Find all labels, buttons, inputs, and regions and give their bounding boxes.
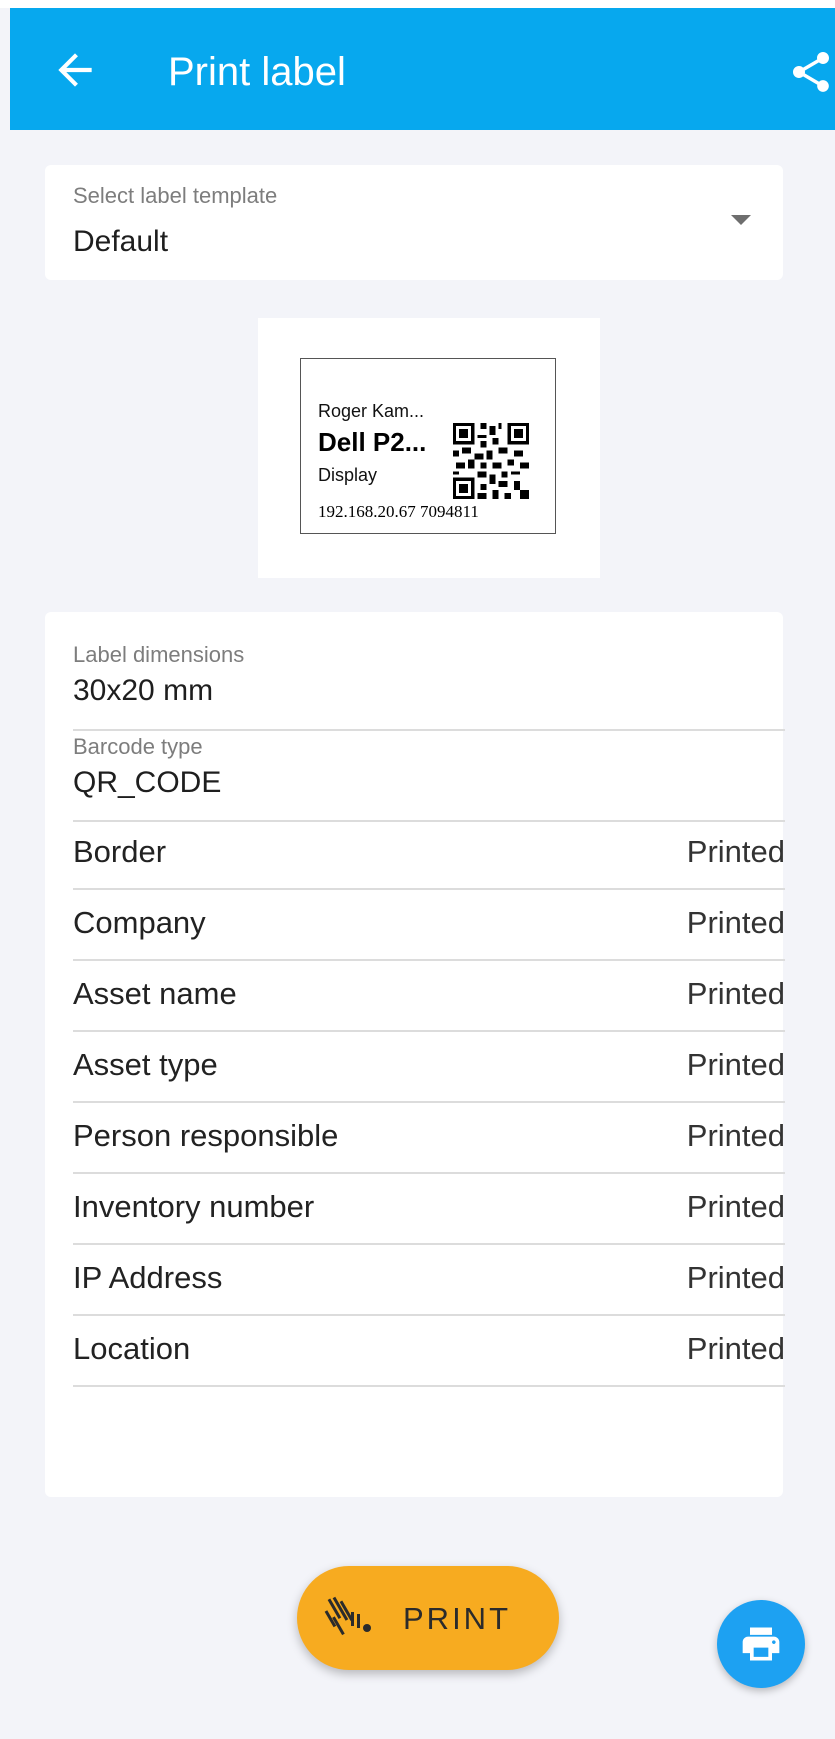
label-preview: Roger Kam... Dell P2... Display 192.168.… — [258, 318, 600, 578]
caret-down-icon — [731, 215, 751, 225]
row-state: Printed — [686, 1047, 785, 1082]
row-state: Printed — [686, 1331, 785, 1366]
row-name: Asset name — [73, 976, 237, 1011]
qr-code-icon — [453, 423, 529, 499]
row-inventory-number[interactable]: Inventory number Printed — [73, 1166, 785, 1245]
row-state: Printed — [686, 976, 785, 1011]
print-button-label: PRINT — [403, 1601, 511, 1636]
row-asset-name[interactable]: Asset name Printed — [73, 953, 785, 1032]
label-properties: Label dimensions 30x20 mm Barcode type Q… — [45, 612, 785, 1497]
template-select-value: Default — [73, 225, 169, 258]
label-sample: Roger Kam... Dell P2... Display 192.168.… — [300, 358, 556, 534]
row-state: Printed — [686, 1118, 785, 1153]
row-name: Border — [73, 834, 167, 869]
barcode-type-label: Barcode type — [73, 734, 203, 759]
share-icon — [793, 52, 829, 92]
dimensions-value: 30x20 mm — [73, 674, 214, 707]
divider — [73, 729, 785, 731]
row-person-responsible[interactable]: Person responsible Printed — [73, 1095, 785, 1174]
row-name: Asset type — [73, 1047, 218, 1082]
arrow-left-icon — [58, 53, 92, 87]
row-company[interactable]: Company Printed — [73, 882, 785, 961]
row-name: Company — [73, 905, 206, 940]
zebra-printer-icon — [324, 1596, 371, 1636]
row-state: Printed — [686, 1189, 785, 1224]
template-select[interactable]: Select label template Default — [45, 165, 783, 280]
row-location[interactable]: Location Printed — [73, 1308, 785, 1387]
label-ip-inventory: 192.168.20.67 7094811 — [318, 502, 479, 521]
row-name: Person responsible — [73, 1118, 339, 1153]
back-button[interactable] — [50, 45, 100, 95]
row-name: IP Address — [73, 1260, 223, 1295]
print-button[interactable]: PRINT — [297, 1566, 559, 1670]
label-company: Roger Kam... — [318, 401, 425, 421]
row-name: Inventory number — [73, 1189, 315, 1224]
row-border[interactable]: Border Printed — [73, 811, 785, 890]
row-name: Location — [73, 1331, 191, 1366]
printer-fab[interactable] — [717, 1600, 805, 1688]
row-state: Printed — [686, 1260, 785, 1295]
dimensions-label: Label dimensions — [73, 642, 245, 667]
barcode-type-value[interactable]: QR_CODE — [73, 766, 221, 800]
row-ip-address[interactable]: IP Address Printed — [73, 1237, 785, 1316]
row-asset-type[interactable]: Asset type Printed — [73, 1024, 785, 1103]
template-select-label: Select label template — [73, 183, 278, 208]
printer-icon — [742, 1627, 780, 1661]
row-state: Printed — [686, 905, 785, 940]
row-state: Printed — [686, 834, 785, 869]
share-button[interactable] — [787, 48, 835, 96]
label-asset-name: Dell P2... — [318, 427, 427, 457]
status-bar — [0, 0, 835, 8]
page-title: Print label — [168, 50, 346, 94]
app-bar: Print label — [10, 8, 835, 130]
label-asset-type: Display — [318, 465, 378, 485]
divider — [73, 1385, 785, 1387]
